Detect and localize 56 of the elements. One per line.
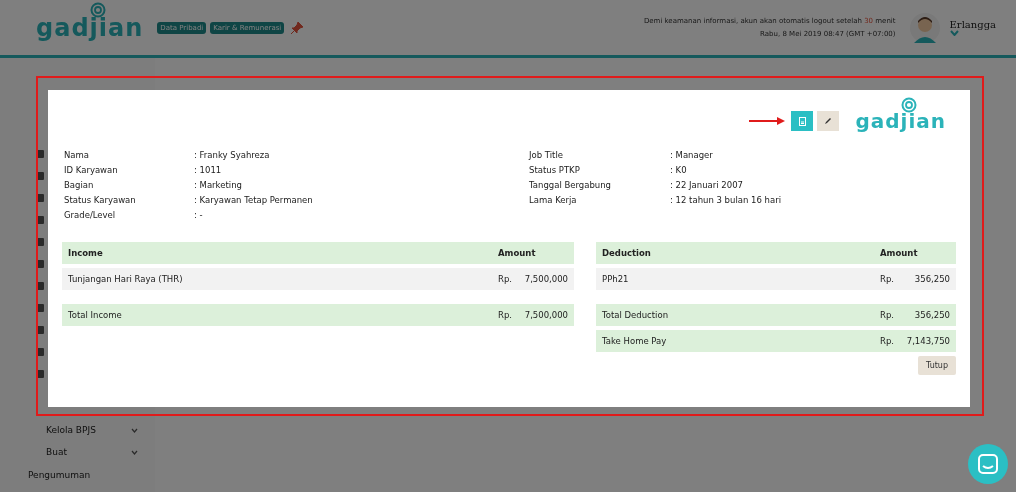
column-header: Deduction	[602, 248, 651, 258]
user-name[interactable]: Erlangga	[949, 19, 996, 30]
field-value: : Franky Syahreza	[194, 149, 271, 162]
field-value: : 22 Januari 2007	[670, 179, 744, 192]
close-button[interactable]: Tutup	[917, 356, 956, 375]
pdf-button[interactable]	[791, 111, 814, 131]
field-label: Bagian	[64, 179, 95, 192]
field-label: Job Title	[529, 149, 565, 162]
pin-icon	[291, 21, 304, 34]
spiral-icon	[900, 97, 917, 113]
field-label: ID Karyawan	[64, 164, 119, 177]
field-label: Nama	[64, 149, 91, 162]
table-cell: 356,250	[914, 274, 950, 284]
table-cell: Take Home Pay	[602, 336, 667, 346]
table-cell: Tunjangan Hari Raya (THR)	[68, 274, 183, 284]
document-icon	[798, 116, 806, 126]
table-cell: PPh21	[602, 274, 629, 284]
chevron-down-icon	[949, 30, 959, 36]
chat-icon	[978, 454, 998, 474]
table-cell: Total Income	[68, 310, 122, 320]
field-value: : -	[194, 209, 204, 222]
field-label: Tanggal Bergabung	[529, 179, 613, 192]
logo: gadjian	[855, 109, 946, 133]
column-header: Amount	[498, 248, 537, 258]
arrow-icon	[749, 117, 786, 125]
table-cell: Rp.	[498, 310, 512, 320]
field-value: : Karyawan Tetap Permanen	[194, 194, 314, 207]
avatar-icon	[909, 12, 940, 43]
logo: gadjian	[36, 13, 144, 42]
field-value: : Marketing	[194, 179, 243, 192]
table-cell: Rp.	[880, 310, 894, 320]
field-value: : 12 tahun 3 bulan 16 hari	[670, 194, 782, 207]
field-value: : Manager	[670, 149, 714, 162]
chevron-icon	[131, 427, 138, 433]
field-label: Status Karyawan	[64, 194, 137, 207]
table-cell: 356,250	[914, 310, 950, 320]
pencil-icon	[824, 117, 833, 125]
field-label: Grade/Level	[64, 209, 117, 222]
table-cell: 7,500,000	[524, 274, 568, 284]
field-value: : 1011	[194, 164, 223, 177]
table-cell: Rp.	[880, 336, 894, 346]
edit-button[interactable]	[817, 111, 840, 131]
table-cell: 7,143,750	[906, 336, 950, 346]
sidebar-item[interactable]: Buat	[28, 441, 138, 463]
table-cell: Rp.	[498, 274, 512, 284]
sidebar-item[interactable]: Kelola BPJS	[28, 419, 138, 441]
table-cell: Rp.	[880, 274, 894, 284]
field-value: : K0	[670, 164, 688, 177]
table-cell: 7,500,000	[524, 310, 568, 320]
field-label: Lama Kerja	[529, 194, 578, 207]
column-header: Amount	[880, 248, 919, 258]
chevron-icon	[131, 449, 138, 455]
field-label: Status PTKP	[529, 164, 581, 177]
column-header: Income	[68, 248, 103, 258]
sidebar-item[interactable]: Pengumuman	[28, 463, 138, 487]
table-cell: Total Deduction	[602, 310, 669, 320]
